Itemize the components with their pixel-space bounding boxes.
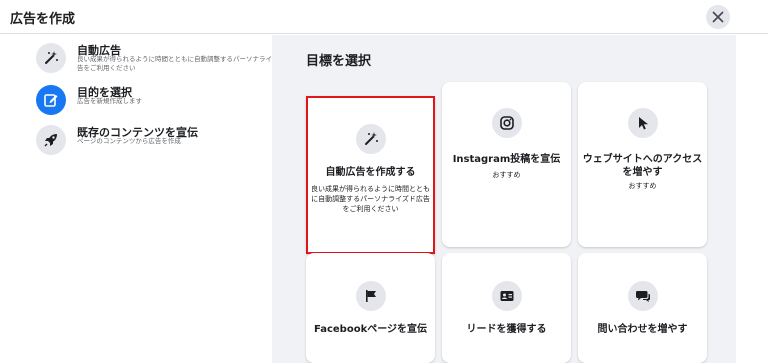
instagram-icon xyxy=(491,108,522,138)
card-facebook-page[interactable]: Facebookページを宣伝 xyxy=(306,253,435,363)
card-desc: 良い成果が得られるように時間とともに自動調整するパーソナライズド広告をご利用くだ… xyxy=(311,185,430,213)
card-website-traffic[interactable]: ウェブサイトへのアクセスを増やす おすすめ xyxy=(578,82,707,247)
magic-wand-icon xyxy=(36,43,66,73)
flag-icon xyxy=(355,281,386,311)
close-icon xyxy=(712,11,724,23)
sidebar-item-promote-content[interactable]: 既存のコンテンツを宣伝 ページのコンテンツから広告を作成 xyxy=(36,123,272,161)
chat-icon xyxy=(627,281,658,311)
cursor-icon xyxy=(627,108,658,138)
card-title: Instagram投稿を宣伝 xyxy=(452,154,561,165)
card-sub: おすすめ xyxy=(628,182,657,190)
dialog-title: 広告を作成 xyxy=(10,12,76,27)
page-title: 目標を選択 xyxy=(306,54,372,69)
card-title: Facebookページを宣伝 xyxy=(313,324,428,335)
magic-wand-icon xyxy=(355,124,386,154)
sidebar-item-choose-objective[interactable]: 目的を選択 広告を新規作成します xyxy=(36,83,272,121)
sidebar-item-desc: ページのコンテンツから広告を作成 xyxy=(77,137,181,145)
card-instagram-post[interactable]: Instagram投稿を宣伝 おすすめ xyxy=(442,82,571,247)
objective-panel: 目標を選択 自動広告を作成する 良い成果が得られるように時間とともに自動調整する… xyxy=(272,35,736,363)
edit-icon xyxy=(36,85,66,115)
sidebar-item-auto-ads[interactable]: 自動広告 良い成果が得られるように時間とともに自動調整するパーソナライズド広告を… xyxy=(36,41,291,79)
contact-card-icon xyxy=(491,281,522,311)
close-button[interactable] xyxy=(706,5,730,29)
card-title: 問い合わせを増やす xyxy=(597,324,688,335)
sidebar-item-desc: 良い成果が得られるように時間とともに自動調整するパーソナライズド広告をご利用くだ… xyxy=(77,55,292,72)
card-title: リードを獲得する xyxy=(466,324,547,335)
sidebar: 自動広告 良い成果が得られるように時間とともに自動調整するパーソナライズド広告を… xyxy=(0,35,291,363)
card-title: 自動広告を作成する xyxy=(325,167,416,178)
card-sub: おすすめ xyxy=(492,171,521,179)
dialog-header: 広告を作成 xyxy=(0,0,768,34)
rocket-icon xyxy=(36,125,66,155)
card-auto-ads[interactable]: 自動広告を作成する 良い成果が得られるように時間とともに自動調整するパーソナライ… xyxy=(306,96,435,254)
sidebar-item-desc: 広告を新規作成します xyxy=(77,97,142,105)
card-lead-generation[interactable]: リードを獲得する xyxy=(442,253,571,363)
card-title: ウェブサイトへのアクセスを増やす xyxy=(582,154,703,178)
card-more-messages[interactable]: 問い合わせを増やす xyxy=(578,253,707,363)
